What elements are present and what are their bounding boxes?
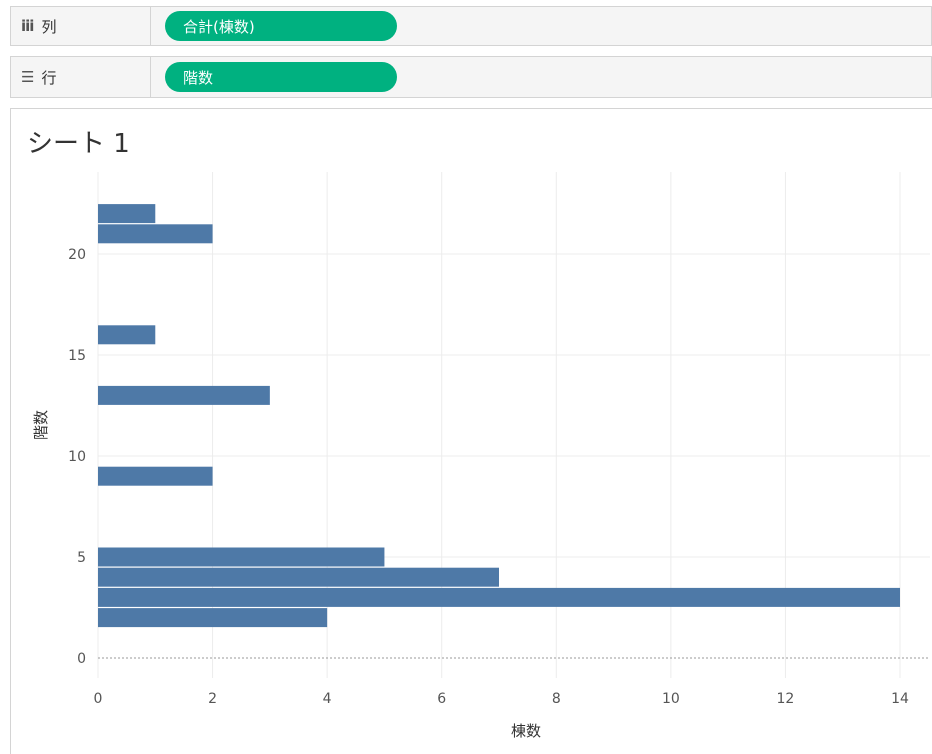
x-tick-label: 6 (437, 691, 446, 707)
bar[interactable] (98, 204, 156, 224)
bar-chart: 0 2 4 6 8 10 12 14 0 5 10 15 20 棟数 階数 (32, 172, 930, 740)
x-tick-label: 14 (891, 691, 909, 707)
y-tick-label: 20 (68, 247, 86, 263)
y-tick-label: 5 (77, 550, 86, 566)
x-tick-label: 4 (323, 691, 332, 707)
y-axis-label: 階数 (32, 410, 50, 440)
x-tick-label: 2 (208, 691, 217, 707)
x-tick-label: 10 (662, 691, 680, 707)
bar[interactable] (98, 224, 213, 244)
bar[interactable] (98, 325, 156, 345)
bar[interactable] (98, 466, 213, 486)
x-axis-label: 棟数 (511, 722, 541, 740)
bar[interactable] (98, 385, 270, 405)
bar[interactable] (98, 587, 900, 607)
bar[interactable] (98, 567, 499, 587)
x-tick-label: 12 (777, 691, 795, 707)
x-tick-label: 0 (94, 691, 103, 707)
y-tick-label: 10 (68, 449, 86, 465)
y-tick-label: 0 (77, 651, 86, 667)
bar[interactable] (98, 608, 328, 628)
bar[interactable] (98, 547, 385, 567)
x-tick-label: 8 (552, 691, 561, 707)
y-tick-label: 15 (68, 348, 86, 364)
